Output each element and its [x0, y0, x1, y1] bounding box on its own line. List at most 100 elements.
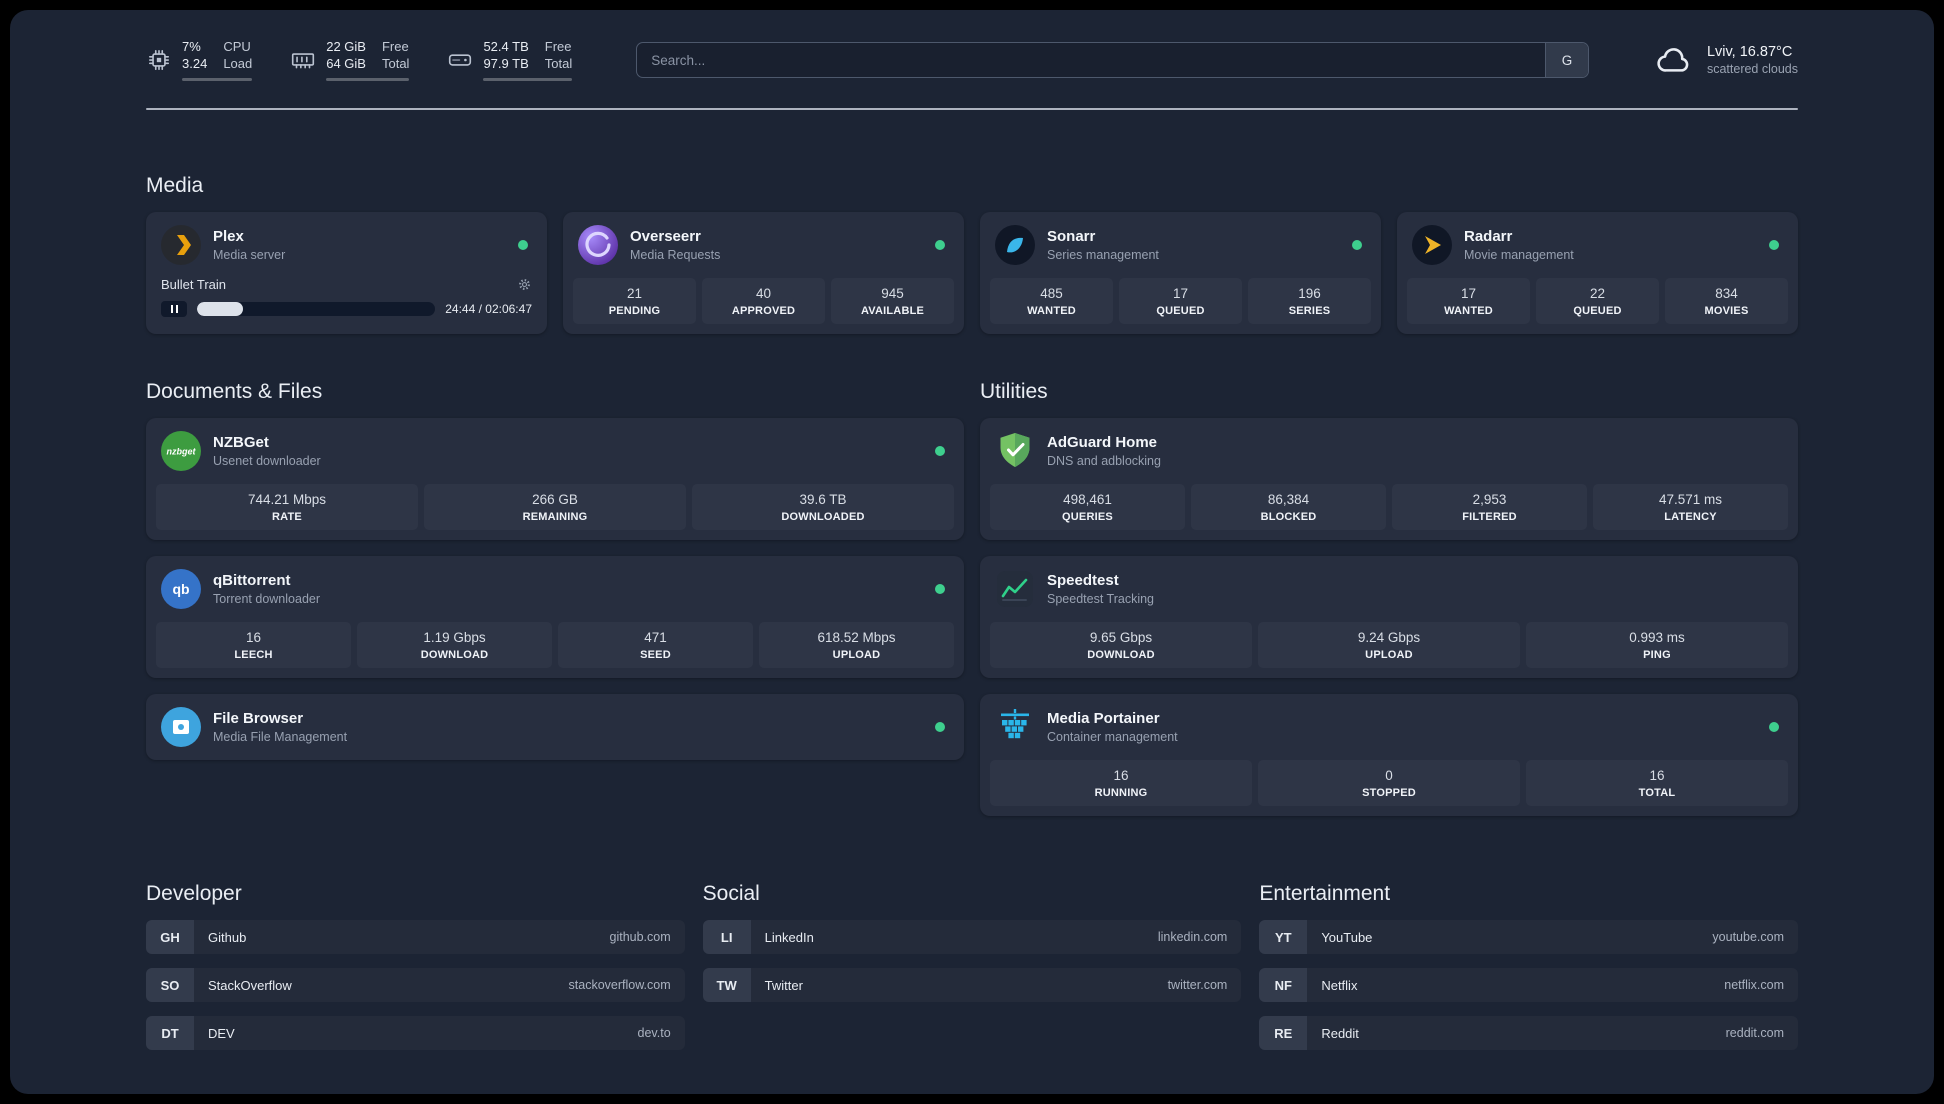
- filebrowser-icon: [161, 707, 201, 747]
- stat-downloaded: 39.6 TB DOWNLOADED: [692, 484, 954, 530]
- memory-progress-bar: [326, 77, 410, 81]
- memory-total-value: 64 GiB: [326, 56, 366, 72]
- bookmark-abbr: RE: [1259, 1016, 1308, 1050]
- bookmark-name: Reddit: [1321, 1025, 1359, 1041]
- entertainment-section-title: Entertainment: [1259, 882, 1391, 905]
- bookmark-name: DEV: [208, 1025, 235, 1041]
- weather-condition: scattered clouds: [1706, 62, 1798, 76]
- bookmark-netflix[interactable]: NF Netflix netflix.com: [1259, 968, 1798, 1002]
- card-adguard[interactable]: AdGuard Home DNS and adblocking 498,461 …: [980, 418, 1798, 540]
- bookmark-reddit[interactable]: RE Reddit reddit.com: [1259, 1016, 1798, 1050]
- filebrowser-status-dot: [935, 722, 945, 732]
- playback-time: 24:44 / 02:06:47: [445, 302, 532, 316]
- svg-text:qb: qb: [172, 581, 189, 597]
- speedtest-icon: [995, 569, 1035, 609]
- bookmark-abbr: LI: [702, 920, 751, 954]
- card-radarr[interactable]: Radarr Movie management 17 WANTED 22 QUE…: [1397, 212, 1798, 334]
- radarr-header[interactable]: Radarr Movie management: [1407, 222, 1788, 268]
- stat-total: 16 TOTAL: [1526, 760, 1788, 806]
- radarr-name: Radarr: [1464, 228, 1513, 245]
- bookmark-dev[interactable]: DT DEV dev.to: [146, 1016, 685, 1050]
- memory-total-label: Total: [381, 56, 410, 72]
- bookmark-stackoverflow[interactable]: SO StackOverflow stackoverflow.com: [146, 968, 685, 1002]
- cpu-icon: [146, 47, 172, 73]
- overseerr-name: Overseerr: [630, 228, 701, 245]
- bookmark-abbr: YT: [1259, 920, 1308, 954]
- sonarr-name: Sonarr: [1047, 228, 1096, 245]
- stat-remaining: 266 GB REMAINING: [424, 484, 686, 530]
- bookmark-github[interactable]: GH Github github.com: [146, 920, 685, 954]
- portainer-name: Media Portainer: [1047, 710, 1160, 727]
- search-provider-button[interactable]: G: [1544, 43, 1588, 77]
- memory-icon: [290, 47, 316, 73]
- stat-ping: 0.993 ms PING: [1526, 622, 1788, 668]
- filebrowser-name: File Browser: [213, 710, 304, 727]
- section-utilities: Utilities AdGuard Home DNS and adblockin…: [980, 380, 1798, 816]
- bookmark-name: LinkedIn: [764, 929, 814, 945]
- stat-leech: 16 LEECH: [156, 622, 351, 668]
- overseerr-header[interactable]: Overseerr Media Requests: [573, 222, 954, 268]
- bookmarks-entertainment: Entertainment YT YouTube youtube.com NF …: [1259, 882, 1798, 1050]
- card-nzbget[interactable]: nzbget NZBGet Usenet downloader 744.21 M…: [146, 418, 964, 540]
- card-portainer[interactable]: Media Portainer Container management 16 …: [980, 694, 1798, 816]
- pause-button[interactable]: [161, 301, 187, 317]
- nzbget-header[interactable]: nzbget NZBGet Usenet downloader: [156, 428, 954, 474]
- qbittorrent-subtitle: Torrent downloader: [213, 592, 321, 606]
- overseerr-subtitle: Media Requests: [630, 248, 721, 262]
- sonarr-subtitle: Series management: [1047, 248, 1159, 262]
- bookmark-youtube[interactable]: YT YouTube youtube.com: [1259, 920, 1798, 954]
- plex-header[interactable]: Plex Media server: [156, 222, 537, 268]
- nzbget-subtitle: Usenet downloader: [213, 454, 321, 468]
- stat-wanted: 17 WANTED: [1407, 278, 1530, 324]
- bookmark-url: stackoverflow.com: [568, 978, 671, 992]
- stat-approved: 40 APPROVED: [702, 278, 825, 324]
- social-section-title: Social: [702, 882, 760, 905]
- qbittorrent-status-dot: [935, 584, 945, 594]
- bookmark-url: github.com: [609, 930, 671, 944]
- stat-movies: 834 MOVIES: [1665, 278, 1788, 324]
- bookmarks-social: Social LI LinkedIn linkedin.com TW Twitt…: [702, 882, 1242, 1050]
- portainer-header[interactable]: Media Portainer Container management: [990, 704, 1788, 750]
- svg-text:nzbget: nzbget: [167, 447, 197, 457]
- section-documents: Documents & Files nzbget NZBGet Usenet d…: [146, 380, 964, 816]
- bookmark-abbr: NF: [1259, 968, 1308, 1002]
- card-overseerr[interactable]: Overseerr Media Requests 21 PENDING 40 A…: [563, 212, 964, 334]
- nzbget-status-dot: [935, 446, 945, 456]
- qbittorrent-header[interactable]: qb qBittorrent Torrent downloader: [156, 566, 954, 612]
- overseerr-status-dot: [935, 240, 945, 250]
- bookmark-abbr: DT: [146, 1016, 194, 1050]
- bookmark-abbr: TW: [702, 968, 751, 1002]
- cloud-icon: [1653, 44, 1695, 76]
- stat-upload: 9.24 Gbps UPLOAD: [1258, 622, 1520, 668]
- stat-download: 1.19 Gbps DOWNLOAD: [357, 622, 552, 668]
- speedtest-header[interactable]: Speedtest Speedtest Tracking: [990, 566, 1788, 612]
- radarr-icon: [1412, 225, 1452, 265]
- bookmark-abbr: GH: [146, 920, 194, 954]
- card-speedtest[interactable]: Speedtest Speedtest Tracking 9.65 Gbps D…: [980, 556, 1798, 678]
- card-plex[interactable]: Plex Media server Bullet Train 24:44 / 0…: [146, 212, 547, 334]
- disk-free-label: Free: [544, 39, 572, 54]
- memory-free-label: Free: [381, 39, 409, 54]
- search-input[interactable]: [637, 43, 1545, 77]
- plex-icon: [161, 225, 201, 265]
- stat-series: 196 SERIES: [1248, 278, 1371, 324]
- weather-widget: Lviv, 16.87°C scattered clouds: [1653, 44, 1798, 76]
- filebrowser-header[interactable]: File Browser Media File Management: [156, 704, 954, 750]
- bookmark-name: Netflix: [1321, 977, 1358, 993]
- bookmark-url: netflix.com: [1724, 978, 1784, 992]
- utilities-section-title: Utilities: [980, 380, 1048, 403]
- bookmark-url: linkedin.com: [1157, 930, 1228, 944]
- card-sonarr[interactable]: Sonarr Series management 485 WANTED 17 Q…: [980, 212, 1381, 334]
- card-qbittorrent[interactable]: qb qBittorrent Torrent downloader 16 LEE…: [146, 556, 964, 678]
- sonarr-icon: [995, 225, 1035, 265]
- card-filebrowser[interactable]: File Browser Media File Management: [146, 694, 964, 760]
- adguard-subtitle: DNS and adblocking: [1047, 454, 1161, 468]
- bookmark-twitter[interactable]: TW Twitter twitter.com: [702, 968, 1242, 1002]
- plex-subtitle: Media server: [213, 248, 286, 262]
- sonarr-header[interactable]: Sonarr Series management: [990, 222, 1371, 268]
- playback-progress-bar[interactable]: [197, 302, 436, 316]
- bookmark-linkedin[interactable]: LI LinkedIn linkedin.com: [702, 920, 1242, 954]
- adguard-header[interactable]: AdGuard Home DNS and adblocking: [990, 428, 1788, 474]
- memory-widget: 22 GiB Free 64 GiB Total: [290, 39, 410, 81]
- player-settings-gear-icon[interactable]: [517, 277, 532, 292]
